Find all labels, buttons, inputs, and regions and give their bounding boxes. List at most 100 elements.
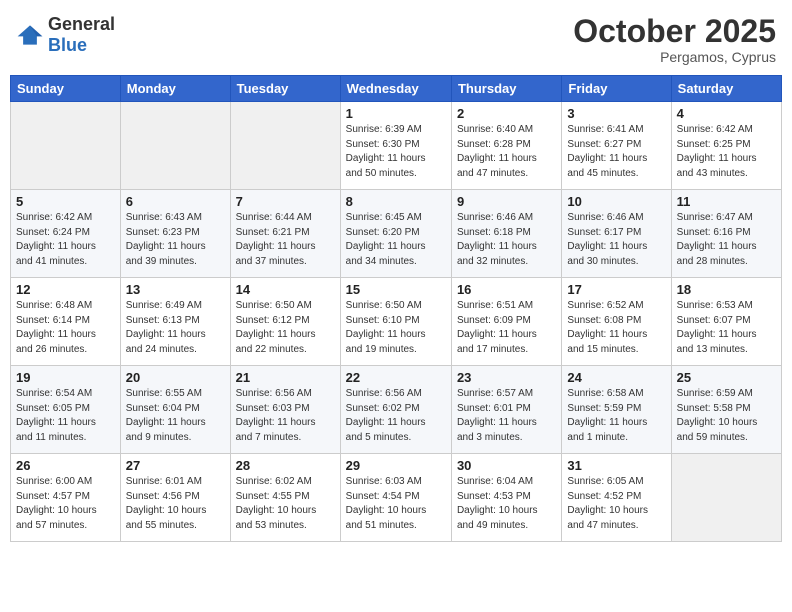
month-title: October 2025 [573, 14, 776, 49]
calendar-cell: 13Sunrise: 6:49 AM Sunset: 6:13 PM Dayli… [120, 278, 230, 366]
calendar-cell: 1 Sunrise: 6:39 AM Sunset: 6:30 PM Daylig… [340, 102, 451, 190]
location-subtitle: Pergamos, Cyprus [573, 49, 776, 65]
calendar-cell: 10 Sunrise: 6:46 AM Sunset: 6:17 PM Dayli… [562, 190, 671, 278]
day-info: Sunrise: 6:56 AM Sunset: 6:03 PM Dayligh… [236, 387, 335, 445]
day-number: 27 [126, 458, 225, 473]
day-number: 12 [16, 282, 115, 297]
day-info: Sunrise: 6:55 AM Sunset: 6:04 PM Dayligh… [126, 387, 225, 445]
day-info: Sunrise: 6:56 AM Sunset: 6:02 PM Dayligh… [346, 387, 446, 445]
day-info: Sunrise: 6:04 AM Sunset: 4:53 PM Dayligh… [457, 475, 556, 533]
day-info: Sunrise: 6:03 AM Sunset: 4:54 PM Dayligh… [346, 475, 446, 533]
day-info: Sunrise: 6:53 AM Sunset: 6:07 PM Dayligh… [677, 299, 776, 357]
day-info: Sunrise: 6:46 AM Sunset: 6:17 PM Dayligh… [567, 211, 665, 269]
logo-icon [16, 24, 44, 46]
day-number: 15 [346, 282, 446, 297]
day-info: Sunrise: 6:01 AM Sunset: 4:56 PM Dayligh… [126, 475, 225, 533]
week-row-4: 19 Sunrise: 6:54 AM Sunset: 6:05 PM Dayli… [11, 366, 782, 454]
calendar-cell: 7 Sunrise: 6:44 AM Sunset: 6:21 PM Daylig… [230, 190, 340, 278]
calendar-cell: 26Sunrise: 6:00 AM Sunset: 4:57 PM Dayli… [11, 454, 121, 542]
day-info: Sunrise: 6:54 AM Sunset: 6:05 PM Dayligh… [16, 387, 115, 445]
day-info: Sunrise: 6:46 AM Sunset: 6:18 PM Dayligh… [457, 211, 556, 269]
day-number: 20 [126, 370, 225, 385]
calendar-cell: 6 Sunrise: 6:43 AM Sunset: 6:23 PM Daylig… [120, 190, 230, 278]
weekday-header-friday: Friday [562, 76, 671, 102]
calendar-cell: 29Sunrise: 6:03 AM Sunset: 4:54 PM Dayli… [340, 454, 451, 542]
weekday-header-row: SundayMondayTuesdayWednesdayThursdayFrid… [11, 76, 782, 102]
calendar-cell: 2 Sunrise: 6:40 AM Sunset: 6:28 PM Daylig… [451, 102, 561, 190]
calendar-cell: 28 Sunrise: 6:02 AM Sunset: 4:55 PM Dayli… [230, 454, 340, 542]
calendar-cell: 14Sunrise: 6:50 AM Sunset: 6:12 PM Dayli… [230, 278, 340, 366]
weekday-header-tuesday: Tuesday [230, 76, 340, 102]
day-info: Sunrise: 6:44 AM Sunset: 6:21 PM Dayligh… [236, 211, 335, 269]
day-info: Sunrise: 6:48 AM Sunset: 6:14 PM Dayligh… [16, 299, 115, 357]
calendar-cell: 18 Sunrise: 6:53 AM Sunset: 6:07 PM Dayli… [671, 278, 781, 366]
calendar-cell: 21 Sunrise: 6:56 AM Sunset: 6:03 PM Dayli… [230, 366, 340, 454]
calendar-cell [11, 102, 121, 190]
day-info: Sunrise: 6:50 AM Sunset: 6:10 PM Dayligh… [346, 299, 446, 357]
day-number: 7 [236, 194, 335, 209]
calendar-cell: 8Sunrise: 6:45 AM Sunset: 6:20 PM Daylig… [340, 190, 451, 278]
calendar-cell: 16 Sunrise: 6:51 AM Sunset: 6:09 PM Dayli… [451, 278, 561, 366]
day-number: 21 [236, 370, 335, 385]
day-info: Sunrise: 6:43 AM Sunset: 6:23 PM Dayligh… [126, 211, 225, 269]
day-info: Sunrise: 6:40 AM Sunset: 6:28 PM Dayligh… [457, 123, 556, 181]
day-number: 30 [457, 458, 556, 473]
calendar-cell: 22 Sunrise: 6:56 AM Sunset: 6:02 PM Dayli… [340, 366, 451, 454]
day-info: Sunrise: 6:51 AM Sunset: 6:09 PM Dayligh… [457, 299, 556, 357]
calendar-cell: 25Sunrise: 6:59 AM Sunset: 5:58 PM Dayli… [671, 366, 781, 454]
day-number: 2 [457, 106, 556, 121]
day-info: Sunrise: 6:45 AM Sunset: 6:20 PM Dayligh… [346, 211, 446, 269]
calendar-cell: 24 Sunrise: 6:58 AM Sunset: 5:59 PM Dayli… [562, 366, 671, 454]
calendar-cell: 30 Sunrise: 6:04 AM Sunset: 4:53 PM Dayli… [451, 454, 561, 542]
day-info: Sunrise: 6:57 AM Sunset: 6:01 PM Dayligh… [457, 387, 556, 445]
weekday-header-wednesday: Wednesday [340, 76, 451, 102]
weekday-header-sunday: Sunday [11, 76, 121, 102]
week-row-1: 1 Sunrise: 6:39 AM Sunset: 6:30 PM Daylig… [11, 102, 782, 190]
day-number: 24 [567, 370, 665, 385]
logo: General Blue [16, 14, 115, 56]
day-number: 6 [126, 194, 225, 209]
weekday-header-thursday: Thursday [451, 76, 561, 102]
day-number: 3 [567, 106, 665, 121]
day-info: Sunrise: 6:58 AM Sunset: 5:59 PM Dayligh… [567, 387, 665, 445]
calendar-cell [230, 102, 340, 190]
day-number: 28 [236, 458, 335, 473]
day-number: 16 [457, 282, 556, 297]
logo-general-text: General [48, 14, 115, 34]
day-info: Sunrise: 6:52 AM Sunset: 6:08 PM Dayligh… [567, 299, 665, 357]
day-number: 22 [346, 370, 446, 385]
title-area: October 2025 Pergamos, Cyprus [573, 14, 776, 65]
day-number: 18 [677, 282, 776, 297]
calendar-cell: 20 Sunrise: 6:55 AM Sunset: 6:04 PM Dayli… [120, 366, 230, 454]
calendar-cell [671, 454, 781, 542]
page-header: General Blue October 2025 Pergamos, Cypr… [10, 10, 782, 69]
week-row-5: 26Sunrise: 6:00 AM Sunset: 4:57 PM Dayli… [11, 454, 782, 542]
calendar-cell: 31Sunrise: 6:05 AM Sunset: 4:52 PM Dayli… [562, 454, 671, 542]
day-info: Sunrise: 6:42 AM Sunset: 6:25 PM Dayligh… [677, 123, 776, 181]
week-row-3: 12 Sunrise: 6:48 AM Sunset: 6:14 PM Dayli… [11, 278, 782, 366]
weekday-header-monday: Monday [120, 76, 230, 102]
day-number: 9 [457, 194, 556, 209]
calendar-cell: 11Sunrise: 6:47 AM Sunset: 6:16 PM Dayli… [671, 190, 781, 278]
logo-blue-text: Blue [48, 35, 87, 55]
calendar-cell: 3 Sunrise: 6:41 AM Sunset: 6:27 PM Daylig… [562, 102, 671, 190]
day-info: Sunrise: 6:41 AM Sunset: 6:27 PM Dayligh… [567, 123, 665, 181]
day-info: Sunrise: 6:47 AM Sunset: 6:16 PM Dayligh… [677, 211, 776, 269]
day-info: Sunrise: 6:39 AM Sunset: 6:30 PM Dayligh… [346, 123, 446, 181]
day-info: Sunrise: 6:02 AM Sunset: 4:55 PM Dayligh… [236, 475, 335, 533]
day-number: 10 [567, 194, 665, 209]
day-number: 23 [457, 370, 556, 385]
day-number: 13 [126, 282, 225, 297]
day-info: Sunrise: 6:42 AM Sunset: 6:24 PM Dayligh… [16, 211, 115, 269]
week-row-2: 5Sunrise: 6:42 AM Sunset: 6:24 PM Daylig… [11, 190, 782, 278]
day-info: Sunrise: 6:59 AM Sunset: 5:58 PM Dayligh… [677, 387, 776, 445]
calendar-cell [120, 102, 230, 190]
day-number: 19 [16, 370, 115, 385]
calendar-cell: 27 Sunrise: 6:01 AM Sunset: 4:56 PM Dayli… [120, 454, 230, 542]
day-number: 1 [346, 106, 446, 121]
day-number: 14 [236, 282, 335, 297]
day-number: 4 [677, 106, 776, 121]
calendar-cell: 19 Sunrise: 6:54 AM Sunset: 6:05 PM Dayli… [11, 366, 121, 454]
calendar-cell: 9 Sunrise: 6:46 AM Sunset: 6:18 PM Daylig… [451, 190, 561, 278]
calendar-cell: 17Sunrise: 6:52 AM Sunset: 6:08 PM Dayli… [562, 278, 671, 366]
